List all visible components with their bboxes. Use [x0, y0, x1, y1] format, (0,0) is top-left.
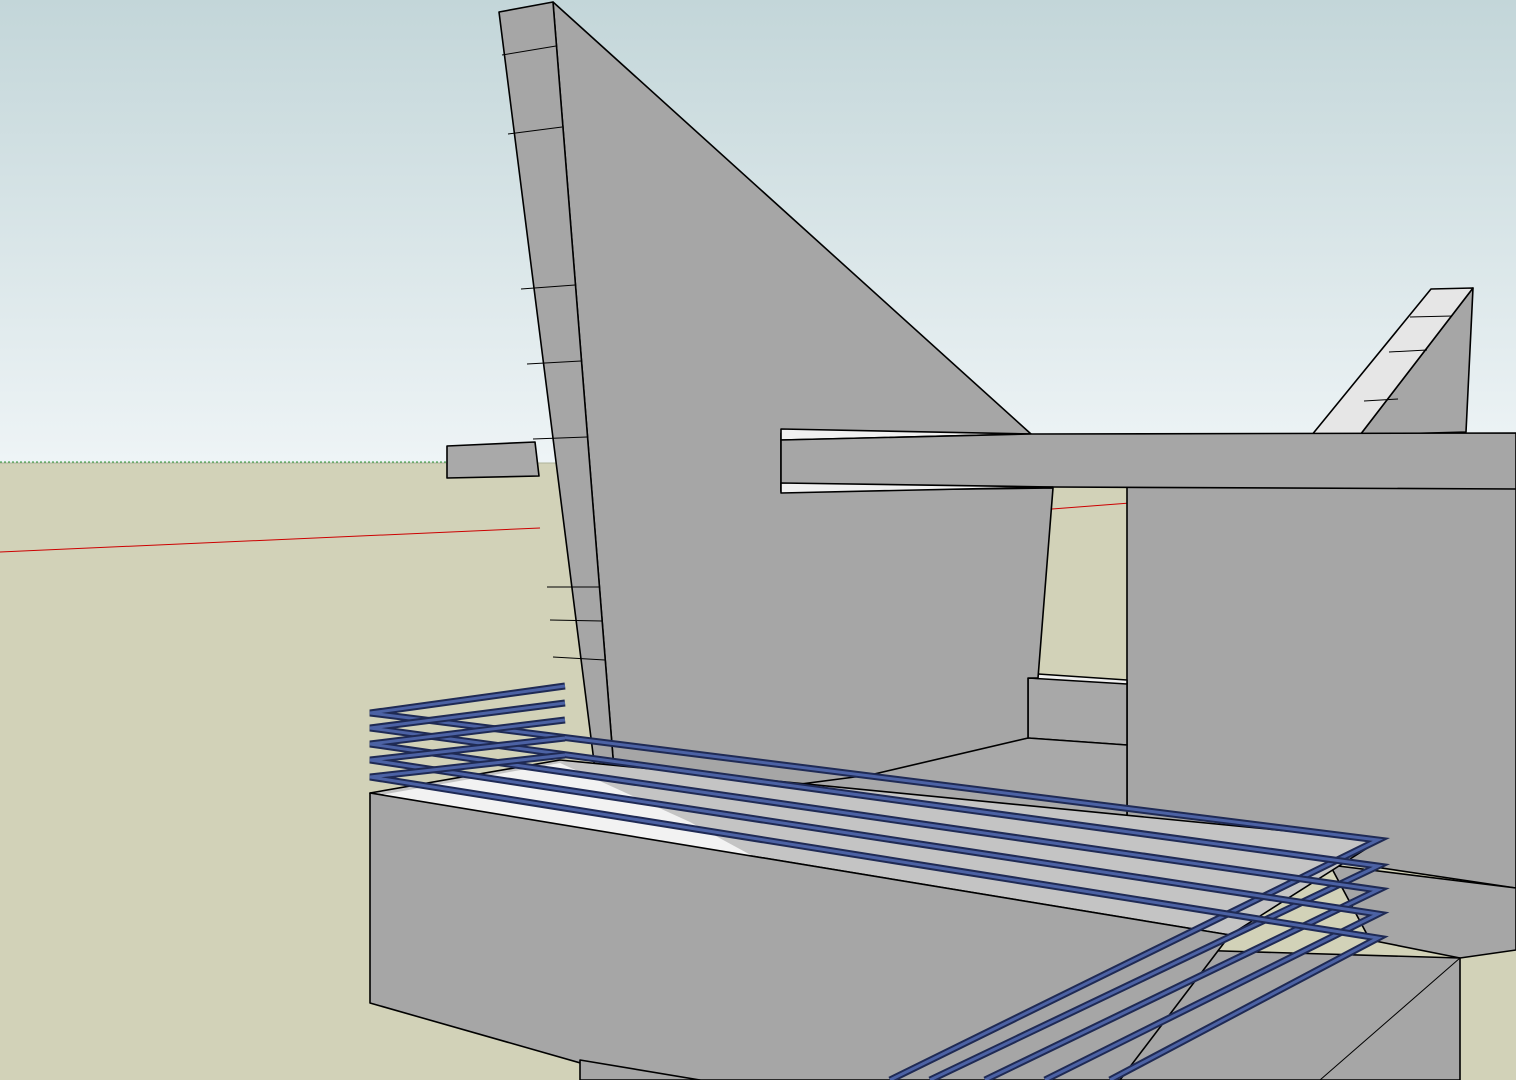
cantilever-beam-front [780, 432, 1516, 492]
3d-scene[interactable] [0, 0, 1516, 1080]
stub-beam [446, 441, 540, 479]
model-viewport[interactable] [0, 0, 1516, 1080]
parapet-block [1027, 677, 1128, 746]
